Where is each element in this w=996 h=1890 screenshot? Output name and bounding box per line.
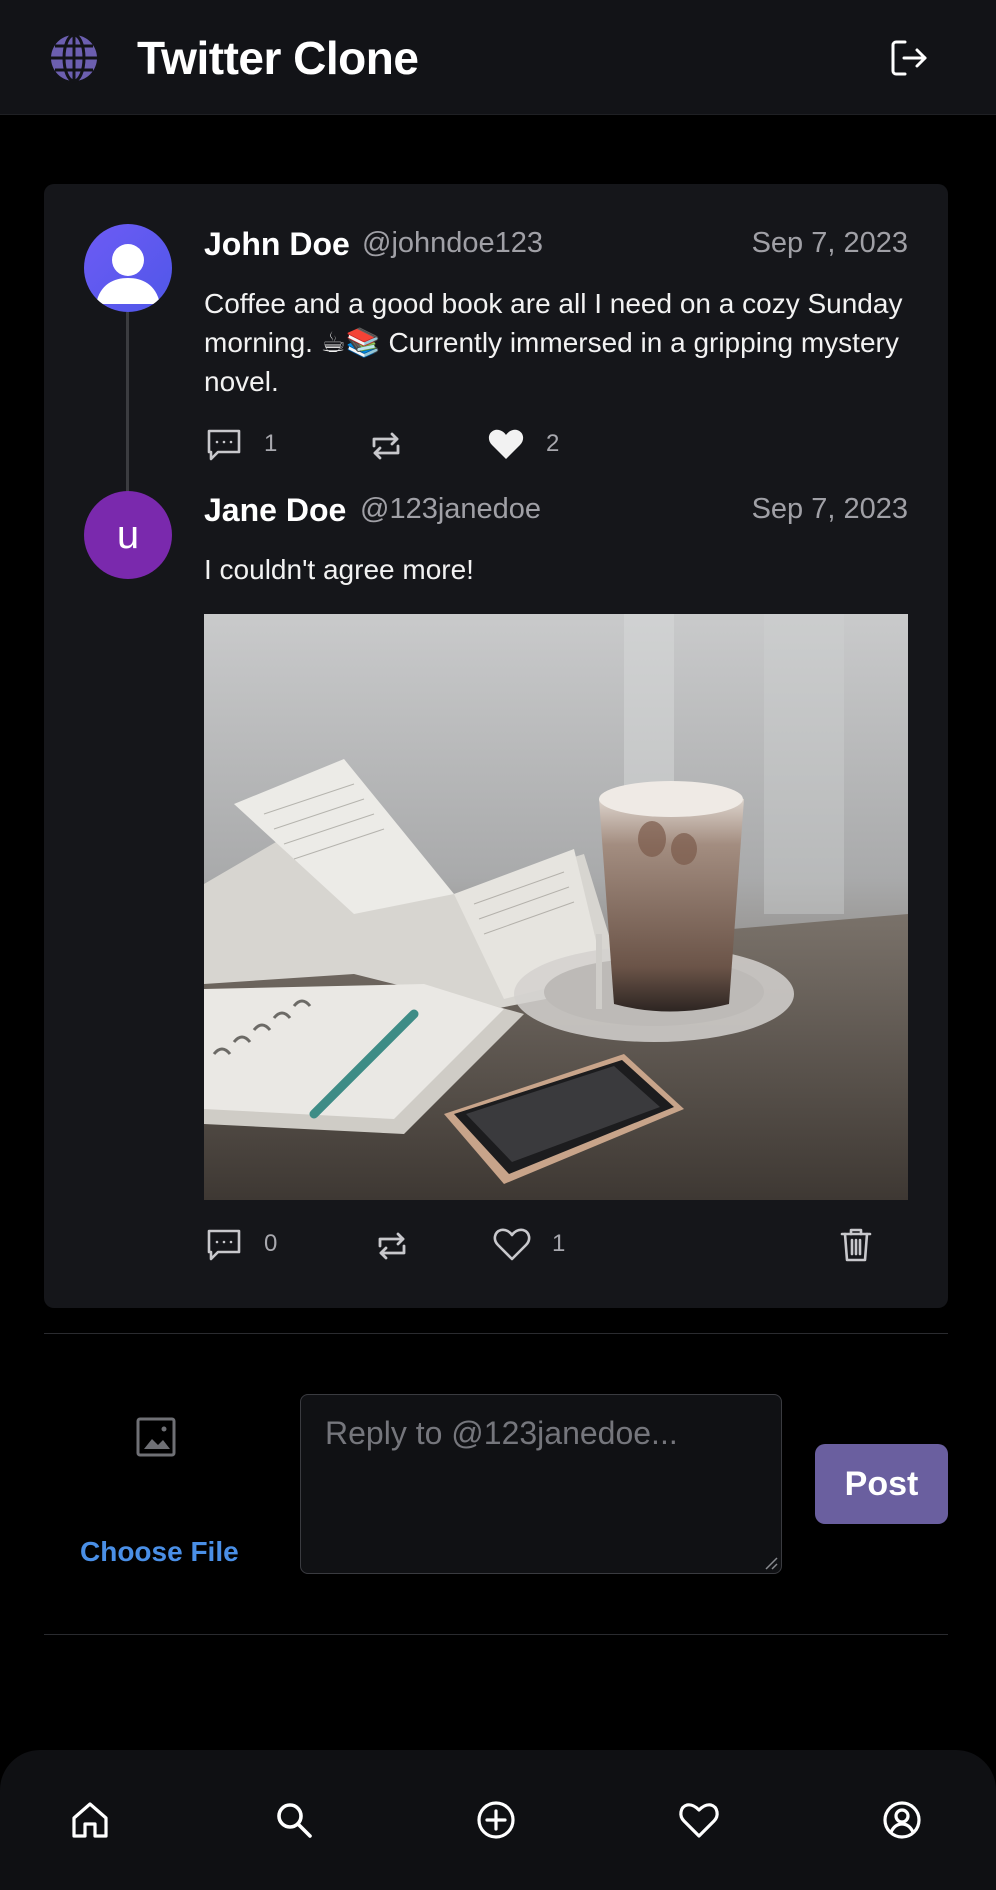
heart-icon bbox=[488, 429, 524, 459]
divider bbox=[44, 1634, 948, 1635]
user-avatar-icon bbox=[96, 244, 160, 304]
comment-icon bbox=[207, 429, 241, 461]
comment-icon bbox=[207, 1229, 241, 1261]
image-upload-icon[interactable] bbox=[134, 1415, 178, 1459]
like-count: 1 bbox=[552, 1230, 566, 1257]
retweet-icon bbox=[378, 1232, 406, 1260]
tweet-date: Sep 7, 2023 bbox=[751, 493, 908, 525]
reply-button[interactable]: 1 bbox=[204, 424, 277, 464]
search-icon[interactable] bbox=[272, 1798, 316, 1842]
coffee-book-photo bbox=[204, 614, 908, 1200]
delete-button[interactable] bbox=[836, 1224, 876, 1264]
heart-icon[interactable] bbox=[677, 1798, 721, 1842]
globe-icon[interactable] bbox=[48, 32, 100, 84]
thread-connector-line bbox=[126, 312, 129, 492]
reply-button[interactable]: 0 bbox=[204, 1224, 277, 1264]
like-button[interactable]: 1 bbox=[492, 1224, 565, 1264]
logout-icon[interactable] bbox=[887, 36, 931, 80]
tweet-text: Coffee and a good book are all I need on… bbox=[204, 288, 903, 397]
author-handle[interactable]: @johndoe123 bbox=[362, 224, 543, 262]
trash-icon bbox=[840, 1228, 872, 1262]
author-name[interactable]: John Doe bbox=[204, 225, 350, 263]
tweet-image[interactable] bbox=[204, 614, 908, 1200]
author-name[interactable]: Jane Doe bbox=[204, 491, 346, 529]
reply-count: 1 bbox=[264, 430, 278, 457]
app-title: Twitter Clone bbox=[137, 32, 419, 84]
like-count: 2 bbox=[546, 430, 560, 457]
app-header: Twitter Clone bbox=[0, 0, 996, 115]
like-button[interactable]: 2 bbox=[486, 424, 559, 464]
heart-outline-icon bbox=[493, 1228, 531, 1261]
reply-count: 0 bbox=[264, 1230, 278, 1257]
retweet-button[interactable] bbox=[366, 426, 406, 466]
add-circle-icon[interactable] bbox=[474, 1798, 518, 1842]
author-handle[interactable]: @123janedoe bbox=[360, 490, 541, 528]
avatar-letter: u bbox=[116, 512, 140, 557]
tweet-date: Sep 7, 2023 bbox=[751, 227, 908, 259]
avatar[interactable]: u bbox=[84, 491, 172, 579]
tweet-text: I couldn't agree more! bbox=[204, 554, 474, 585]
user-circle-icon[interactable] bbox=[880, 1798, 924, 1842]
retweet-button[interactable] bbox=[372, 1226, 412, 1266]
avatar[interactable] bbox=[84, 224, 172, 312]
divider bbox=[44, 1333, 948, 1334]
choose-file-button[interactable]: Choose File bbox=[80, 1536, 239, 1568]
post-button[interactable]: Post bbox=[815, 1444, 948, 1524]
home-icon[interactable] bbox=[68, 1798, 112, 1842]
retweet-icon bbox=[372, 432, 400, 460]
resize-handle-icon[interactable] bbox=[764, 1556, 778, 1570]
reply-input[interactable] bbox=[300, 1394, 782, 1574]
